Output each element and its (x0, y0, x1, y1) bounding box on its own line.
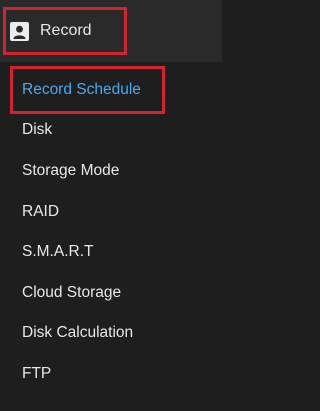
submenu-item-record-schedule[interactable]: Record Schedule (22, 80, 141, 100)
submenu-item-smart[interactable]: S.M.A.R.T (22, 242, 93, 262)
submenu-item-storage-mode[interactable]: Storage Mode (22, 161, 119, 181)
submenu-item-ftp[interactable]: FTP (22, 364, 51, 384)
submenu-item-disk[interactable]: Disk (22, 120, 52, 140)
submenu-item-cloud-storage[interactable]: Cloud Storage (22, 283, 121, 303)
submenu-item-disk-calculation[interactable]: Disk Calculation (22, 323, 133, 343)
submenu-item-raid[interactable]: RAID (22, 202, 59, 222)
header-highlight-box (3, 7, 127, 55)
